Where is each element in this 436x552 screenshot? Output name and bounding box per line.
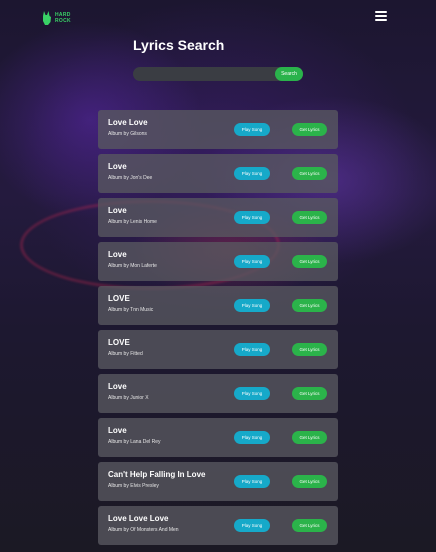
get-lyrics-button[interactable]: Get Lyrics: [292, 343, 327, 356]
play-song-button[interactable]: Play Song: [234, 299, 270, 312]
album-artist: Album by Fitted: [108, 351, 143, 357]
get-lyrics-button[interactable]: Get Lyrics: [292, 431, 327, 444]
search-button[interactable]: Search: [275, 67, 303, 81]
song-title: Love: [108, 382, 127, 391]
song-title: Love: [108, 250, 127, 259]
logo[interactable]: HARD ROCK: [42, 8, 71, 28]
get-lyrics-button[interactable]: Get Lyrics: [292, 387, 327, 400]
get-lyrics-button[interactable]: Get Lyrics: [292, 519, 327, 532]
results-list: Love Love Album by Gilsons Play Song Get…: [98, 110, 338, 550]
play-song-button[interactable]: Play Song: [234, 343, 270, 356]
song-title: Love: [108, 426, 127, 435]
song-title: Love: [108, 206, 127, 215]
hamburger-menu-icon[interactable]: [375, 11, 387, 21]
album-artist: Album by Lana Del Rey: [108, 439, 161, 445]
play-song-button[interactable]: Play Song: [234, 387, 270, 400]
result-card: LOVE Album by Fitted Play Song Get Lyric…: [98, 330, 338, 369]
play-song-button[interactable]: Play Song: [234, 475, 270, 488]
result-card: Love Love Love Album by Of Monsters And …: [98, 506, 338, 545]
result-card: LOVE Album by Tnn Music Play Song Get Ly…: [98, 286, 338, 325]
get-lyrics-button[interactable]: Get Lyrics: [292, 167, 327, 180]
result-card: Love Album by Jon's Dee Play Song Get Ly…: [98, 154, 338, 193]
song-title: LOVE: [108, 294, 130, 303]
logo-text: HARD ROCK: [55, 12, 71, 24]
song-title: LOVE: [108, 338, 130, 347]
search-bar: Search: [133, 67, 303, 81]
result-card: Can't Help Falling In Love Album by Elvi…: [98, 462, 338, 501]
album-artist: Album by Jon's Dee: [108, 175, 153, 181]
play-song-button[interactable]: Play Song: [234, 431, 270, 444]
get-lyrics-button[interactable]: Get Lyrics: [292, 211, 327, 224]
play-song-button[interactable]: Play Song: [234, 519, 270, 532]
get-lyrics-button[interactable]: Get Lyrics: [292, 475, 327, 488]
album-artist: Album by Elvis Presley: [108, 483, 159, 489]
album-artist: Album by Mon Laferte: [108, 263, 157, 269]
result-card: Love Album by Lenis Home Play Song Get L…: [98, 198, 338, 237]
get-lyrics-button[interactable]: Get Lyrics: [292, 255, 327, 268]
play-song-button[interactable]: Play Song: [234, 167, 270, 180]
result-card: Love Album by Mon Laferte Play Song Get …: [98, 242, 338, 281]
logo-text-line2: ROCK: [55, 18, 71, 24]
song-title: Can't Help Falling In Love: [108, 470, 206, 479]
song-title: Love Love Love: [108, 514, 169, 523]
song-title: Love: [108, 162, 127, 171]
menu-bar: [375, 19, 387, 21]
album-artist: Album by Of Monsters And Men: [108, 527, 179, 533]
album-artist: Album by Tnn Music: [108, 307, 154, 313]
menu-bar: [375, 11, 387, 13]
play-song-button[interactable]: Play Song: [234, 211, 270, 224]
album-artist: Album by Junior X: [108, 395, 149, 401]
play-song-button[interactable]: Play Song: [234, 123, 270, 136]
get-lyrics-button[interactable]: Get Lyrics: [292, 123, 327, 136]
result-card: Love Love Album by Gilsons Play Song Get…: [98, 110, 338, 149]
play-song-button[interactable]: Play Song: [234, 255, 270, 268]
result-card: Love Album by Lana Del Rey Play Song Get…: [98, 418, 338, 457]
search-input[interactable]: [133, 67, 273, 81]
menu-bar: [375, 15, 387, 17]
get-lyrics-button[interactable]: Get Lyrics: [292, 299, 327, 312]
album-artist: Album by Gilsons: [108, 131, 147, 137]
page-title: Lyrics Search: [133, 37, 225, 53]
song-title: Love Love: [108, 118, 148, 127]
result-card: Love Album by Junior X Play Song Get Lyr…: [98, 374, 338, 413]
album-artist: Album by Lenis Home: [108, 219, 157, 225]
rock-hand-icon: [43, 11, 51, 25]
